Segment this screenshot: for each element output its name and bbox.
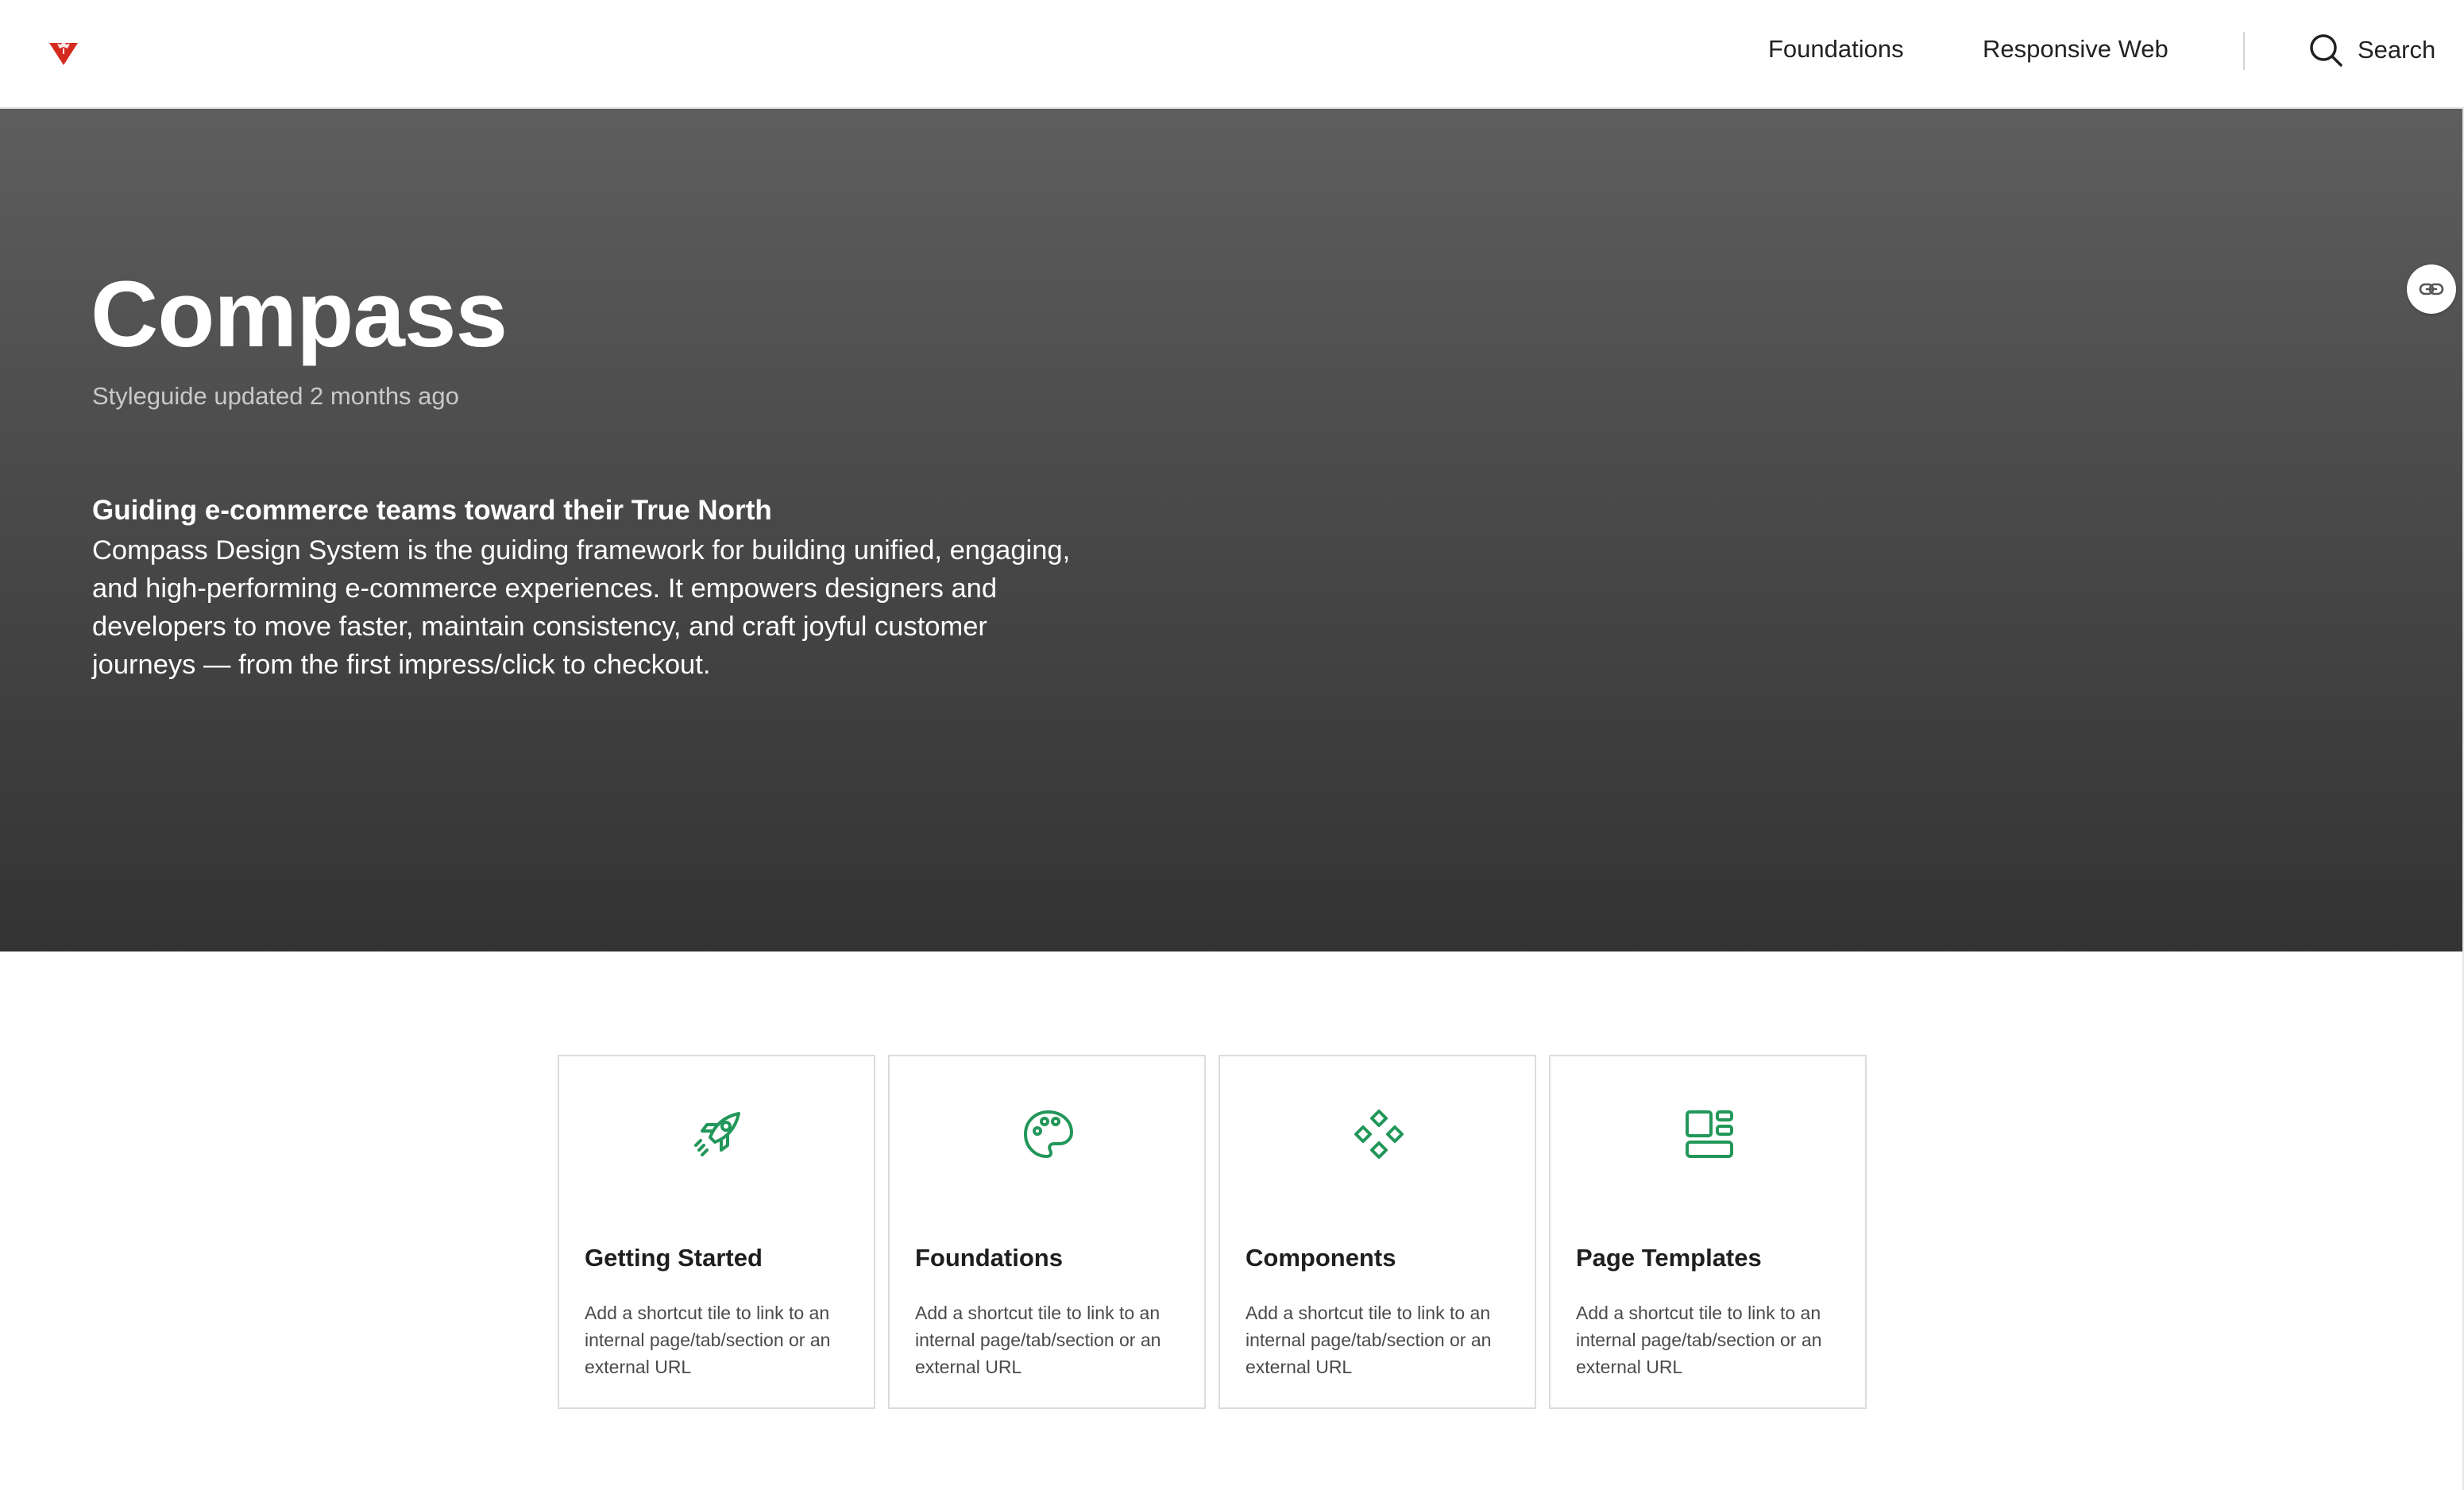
tile-description: Add a shortcut tile to link to an intern… [585,1303,831,1377]
rocket-icon [694,1112,740,1156]
tile-title: Components [1246,1244,1396,1272]
search-label: Search [2358,36,2436,64]
hero-banner: Compass Styleguide updated 2 months ago … [0,109,2462,952]
nav-link-responsive-web[interactable]: Responsive Web [1983,35,2169,64]
tile-title: Page Templates [1576,1244,1762,1272]
hero-description: Compass Design System is the guiding fra… [92,535,1071,680]
tile-description: Add a shortcut tile to link to an intern… [915,1303,1161,1377]
hero-heading: Guiding e-commerce teams toward their Tr… [92,495,772,526]
tile-getting-started[interactable]: Getting Started Add a shortcut tile to l… [558,1055,875,1409]
search-button[interactable]: Search [2308,30,2435,70]
top-navigation-bar: Foundations Responsive Web Search [0,0,2464,109]
tile-title: Foundations [915,1244,1063,1272]
nav-divider [2243,32,2245,70]
tile-description: Add a shortcut tile to link to an intern… [1576,1303,1822,1377]
tile-title: Getting Started [585,1244,763,1272]
search-icon [2310,34,2342,67]
palette-icon [1024,1110,1073,1158]
tile-foundations[interactable]: Foundations Add a shortcut tile to link … [888,1055,1206,1409]
copy-link-button[interactable] [2407,264,2456,314]
components-icon [1354,1110,1404,1159]
maple-leaf-triangle-icon[interactable] [48,37,79,68]
tile-page-templates[interactable]: Page Templates Add a shortcut tile to li… [1549,1055,1867,1409]
page-title: Compass [91,262,508,367]
tile-components[interactable]: Components Add a shortcut tile to link t… [1218,1055,1536,1409]
shortcut-tiles: Getting Started Add a shortcut tile to l… [558,1055,1867,1409]
template-layout-icon [1686,1110,1733,1158]
link-icon [2419,283,2444,295]
nav-link-foundations[interactable]: Foundations [1768,35,1904,64]
last-updated-text: Styleguide updated 2 months ago [92,382,459,410]
tile-description: Add a shortcut tile to link to an intern… [1246,1303,1492,1377]
